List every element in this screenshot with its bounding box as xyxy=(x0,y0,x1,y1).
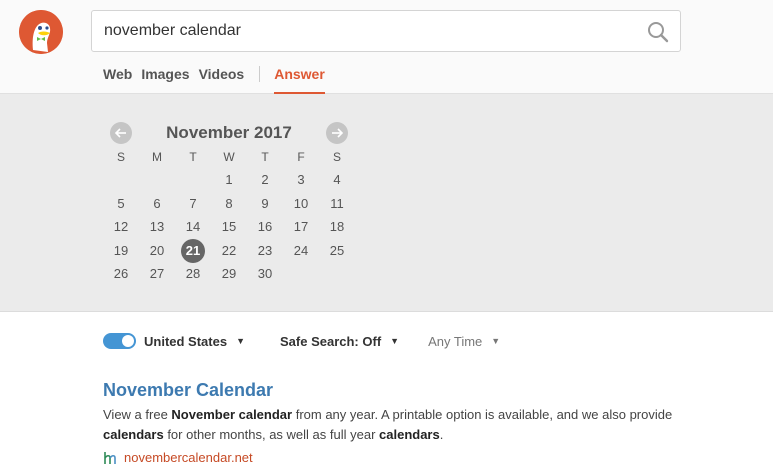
region-toggle[interactable] xyxy=(103,333,136,349)
snippet-text: for other months, as well as full year xyxy=(163,427,380,442)
calendar-day[interactable]: 19 xyxy=(103,239,139,263)
snippet-text: . xyxy=(439,427,444,442)
calendar-week-row: 12 13 14 15 16 17 18 xyxy=(103,215,355,239)
tab-images[interactable]: Images xyxy=(141,60,189,94)
calendar-day[interactable]: 18 xyxy=(319,215,355,239)
snippet-highlight: calendars xyxy=(379,427,440,442)
calendar-day[interactable]: 1 xyxy=(211,168,247,192)
duckduckgo-logo-icon[interactable] xyxy=(19,10,63,54)
snippet-text: from any year. A printable option is ava… xyxy=(292,407,673,422)
calendar-day[interactable]: 14 xyxy=(175,215,211,239)
result-title-link[interactable]: November Calendar xyxy=(103,380,703,401)
calendar-day[interactable]: 15 xyxy=(211,215,247,239)
calendar-day[interactable]: 16 xyxy=(247,215,283,239)
search-icon[interactable] xyxy=(644,18,672,46)
calendar-day[interactable]: 6 xyxy=(139,192,175,216)
calendar-answer: November 2017 S M T W T F S 1 2 3 4 5 6 7 8 9 10 11 12 13 14… xyxy=(0,94,773,312)
calendar-day[interactable]: 17 xyxy=(283,215,319,239)
toggle-knob xyxy=(122,335,134,347)
region-filter[interactable]: United States ▼ xyxy=(144,334,245,349)
calendar-empty-cell xyxy=(103,168,139,192)
caret-down-icon: ▼ xyxy=(491,336,501,346)
calendar-empty-cell xyxy=(175,168,211,192)
header: Web Images Videos Answer xyxy=(0,0,773,94)
weekday-label: F xyxy=(297,150,305,164)
safe-search-label: Safe Search: Off xyxy=(280,333,382,349)
calendar-empty-cell xyxy=(139,168,175,192)
calendar-day[interactable]: 11 xyxy=(319,192,355,216)
calendar-day[interactable]: 10 xyxy=(283,192,319,216)
calendar-day[interactable]: 22 xyxy=(211,239,247,263)
weekday-header-row: SMTWTFS xyxy=(103,146,355,168)
search-filters: United States ▼ Safe Search: Off ▼ Any T… xyxy=(103,330,500,352)
calendar-day[interactable]: 3 xyxy=(283,168,319,192)
calendar-day[interactable]: 24 xyxy=(283,239,319,263)
tab-answer[interactable]: Answer xyxy=(274,60,325,94)
weekday-label: S xyxy=(116,150,125,164)
search-box xyxy=(91,10,681,52)
time-filter-label: Any Time xyxy=(428,333,483,349)
arrow-right-icon xyxy=(332,128,344,138)
weekday-label: S xyxy=(332,150,341,164)
calendar-day[interactable]: 23 xyxy=(247,239,283,263)
caret-down-icon: ▼ xyxy=(236,336,245,346)
search-input[interactable] xyxy=(93,12,633,50)
calendar-day[interactable]: 26 xyxy=(103,262,139,286)
weekday-label: W xyxy=(223,150,235,164)
calendar-day[interactable]: 27 xyxy=(139,262,175,286)
caret-down-icon: ▼ xyxy=(390,336,400,346)
calendar-day[interactable]: 7 xyxy=(175,192,211,216)
calendar-week-row: 1234 xyxy=(103,168,355,192)
calendar-day[interactable]: 28 xyxy=(175,262,211,286)
region-filter-label: United States xyxy=(144,333,228,349)
calendar-week-row: 26 27 28 29 30 xyxy=(103,262,355,286)
calendar-day[interactable]: 30 xyxy=(247,262,283,286)
calendar-day[interactable]: 25 xyxy=(319,239,355,263)
calendar-empty-cell xyxy=(319,262,355,286)
weekday-label: T xyxy=(189,150,197,164)
search-tabs: Web Images Videos Answer xyxy=(103,60,334,94)
calendar-grid: S M T W T F S 1 2 3 4 5 6 7 8 9 10 11 12 13 14 15 16 17 18 19 20 21… xyxy=(103,146,355,286)
calendar-day[interactable]: 13 xyxy=(139,215,175,239)
snippet-highlight: November calendar xyxy=(171,407,293,422)
calendar-week-row: 19 20 21 22 23 24 25 xyxy=(103,238,355,263)
calendar-day[interactable]: 4 xyxy=(319,168,355,192)
search-result: November Calendar View a free November c… xyxy=(103,380,703,465)
tab-web[interactable]: Web xyxy=(103,60,132,94)
calendar-day[interactable]: 29 xyxy=(211,262,247,286)
calendar-header: November 2017 xyxy=(108,122,350,146)
calendar-day-today[interactable]: 21 xyxy=(175,238,211,263)
safe-search-filter[interactable]: Safe Search: Off ▼ xyxy=(280,334,399,349)
calendar-day[interactable]: 12 xyxy=(103,215,139,239)
tab-divider xyxy=(259,66,261,82)
result-url[interactable]: novembercalendar.net xyxy=(124,450,253,465)
calendar-month-title: November 2017 xyxy=(166,123,292,142)
snippet-text: View a free xyxy=(103,407,172,422)
result-snippet: View a free November calendar from any y… xyxy=(103,405,703,445)
calendar-day[interactable]: 8 xyxy=(211,192,247,216)
calendar-day[interactable]: 2 xyxy=(247,168,283,192)
weekday-label: T xyxy=(261,150,269,164)
time-filter[interactable]: Any Time ▼ xyxy=(428,334,500,349)
calendar-week-row: 5 6 7 8 9 10 11 xyxy=(103,192,355,216)
tab-videos[interactable]: Videos xyxy=(199,60,245,94)
calendar-empty-cell xyxy=(283,262,319,286)
result-url-row: novembercalendar.net xyxy=(103,449,703,465)
weekday-label: M xyxy=(152,150,162,164)
next-month-button[interactable] xyxy=(326,122,348,144)
snippet-highlight: calendars xyxy=(103,427,164,442)
site-favicon-icon xyxy=(103,449,119,465)
calendar-day[interactable]: 20 xyxy=(139,239,175,263)
calendar-day[interactable]: 5 xyxy=(103,192,139,216)
calendar-day[interactable]: 9 xyxy=(247,192,283,216)
